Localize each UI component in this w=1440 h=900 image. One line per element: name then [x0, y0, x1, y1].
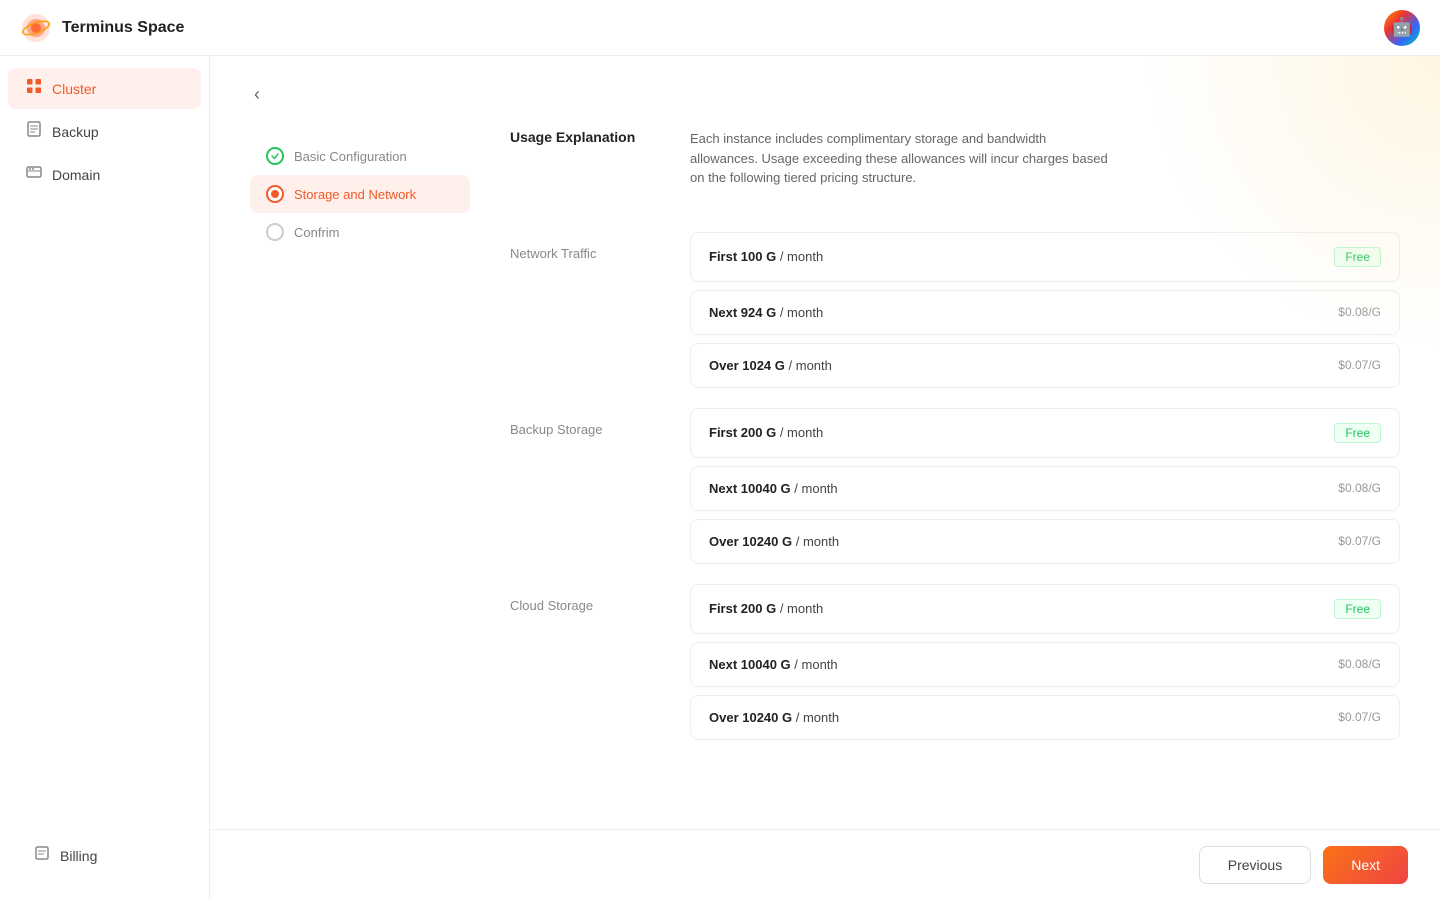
sidebar-billing-label: Billing — [60, 848, 97, 864]
network-traffic-section: Network Traffic First 100 G / month Free… — [510, 232, 1400, 388]
step-done-icon — [266, 147, 284, 165]
next-button[interactable]: Next — [1323, 846, 1408, 884]
usage-desc: Each instance includes complimentary sto… — [690, 129, 1110, 188]
app-logo — [20, 12, 52, 44]
cloud-storage-section: Cloud Storage First 200 G / month Free N… — [510, 584, 1400, 740]
free-badge-nt1: Free — [1334, 247, 1381, 267]
tier-label-bs1: First 200 G / month — [709, 425, 823, 440]
tier-label-bs3: Over 10240 G / month — [709, 534, 839, 549]
main-layout: Cluster Backup — [0, 56, 1440, 900]
tier-price-nt2: $0.08/G — [1338, 305, 1381, 319]
tier-price-nt3: $0.07/G — [1338, 358, 1381, 372]
backup-storage-section: Backup Storage First 200 G / month Free … — [510, 408, 1400, 564]
sidebar-cluster-label: Cluster — [52, 81, 96, 97]
network-traffic-tiers: First 100 G / month Free Next 924 G / mo… — [690, 232, 1400, 388]
steps-panel: Basic Configuration Storage and Network … — [250, 129, 470, 760]
app-title: Terminus Space — [62, 19, 184, 37]
tier-price-cs3: $0.07/G — [1338, 710, 1381, 724]
step-current-icon — [266, 185, 284, 203]
topbar-brand: Terminus Space — [20, 12, 184, 44]
usage-explanation: Usage Explanation Each instance includes… — [510, 129, 1400, 204]
previous-button[interactable]: Previous — [1199, 846, 1311, 884]
tier-row: Over 10240 G / month $0.07/G — [690, 695, 1400, 740]
backup-icon — [26, 121, 42, 142]
free-badge-bs1: Free — [1334, 423, 1381, 443]
step-basic-label: Basic Configuration — [294, 149, 407, 164]
sidebar-nav: Cluster Backup — [0, 68, 209, 195]
tier-label-cs3: Over 10240 G / month — [709, 710, 839, 725]
tier-label-cs2: Next 10040 G / month — [709, 657, 838, 672]
sidebar-domain-label: Domain — [52, 167, 100, 183]
tier-label-cs1: First 200 G / month — [709, 601, 823, 616]
tier-label-nt2: Next 924 G / month — [709, 305, 823, 320]
wizard-steps: Basic Configuration Storage and Network … — [250, 137, 470, 251]
tier-label-nt3: Over 1024 G / month — [709, 358, 832, 373]
sidebar-bottom: Billing — [0, 823, 209, 888]
tier-row: First 200 G / month Free — [690, 408, 1400, 458]
sidebar-item-billing[interactable]: Billing — [16, 835, 193, 876]
cluster-icon — [26, 78, 42, 99]
tier-row: Next 10040 G / month $0.08/G — [690, 642, 1400, 687]
tier-label-nt1: First 100 G / month — [709, 249, 823, 264]
tier-row: Over 10240 G / month $0.07/G — [690, 519, 1400, 564]
domain-icon — [26, 164, 42, 185]
tier-row: First 200 G / month Free — [690, 584, 1400, 634]
step-basic-config[interactable]: Basic Configuration — [250, 137, 470, 175]
sidebar: Cluster Backup — [0, 56, 210, 900]
tier-price-bs2: $0.08/G — [1338, 481, 1381, 495]
wizard-body: Basic Configuration Storage and Network … — [250, 129, 1400, 760]
tier-row: Next 924 G / month $0.08/G — [690, 290, 1400, 335]
free-badge-cs1: Free — [1334, 599, 1381, 619]
tier-label-bs2: Next 10040 G / month — [709, 481, 838, 496]
back-button[interactable]: ‹ — [250, 80, 264, 109]
content-scroll: ‹ Basic Configuration — [210, 56, 1440, 829]
backup-storage-tiers: First 200 G / month Free Next 10040 G / … — [690, 408, 1400, 564]
user-avatar[interactable]: 🤖 — [1384, 10, 1420, 46]
tier-price-bs3: $0.07/G — [1338, 534, 1381, 548]
billing-icon — [34, 845, 50, 866]
sidebar-backup-label: Backup — [52, 124, 99, 140]
cloud-storage-tiers: First 200 G / month Free Next 10040 G / … — [690, 584, 1400, 740]
sidebar-item-backup[interactable]: Backup — [8, 111, 201, 152]
step-storage-label: Storage and Network — [294, 187, 416, 202]
step-confirm[interactable]: Confrim — [250, 213, 470, 251]
backup-storage-label: Backup Storage — [510, 408, 670, 564]
pricing-panel: Usage Explanation Each instance includes… — [470, 129, 1400, 760]
step-confirm-label: Confrim — [294, 225, 340, 240]
sidebar-item-domain[interactable]: Domain — [8, 154, 201, 195]
content-area: ‹ Basic Configuration — [210, 56, 1440, 900]
topbar: Terminus Space 🤖 — [0, 0, 1440, 56]
tier-row: Next 10040 G / month $0.08/G — [690, 466, 1400, 511]
tier-row: First 100 G / month Free — [690, 232, 1400, 282]
network-traffic-label: Network Traffic — [510, 232, 670, 388]
tier-price-cs2: $0.08/G — [1338, 657, 1381, 671]
usage-label: Usage Explanation — [510, 129, 670, 188]
tier-row: Over 1024 G / month $0.07/G — [690, 343, 1400, 388]
sidebar-item-cluster[interactable]: Cluster — [8, 68, 201, 109]
step-storage-network[interactable]: Storage and Network — [250, 175, 470, 213]
step-pending-icon — [266, 223, 284, 241]
bottom-bar: Previous Next — [210, 829, 1440, 900]
cloud-storage-label: Cloud Storage — [510, 584, 670, 740]
